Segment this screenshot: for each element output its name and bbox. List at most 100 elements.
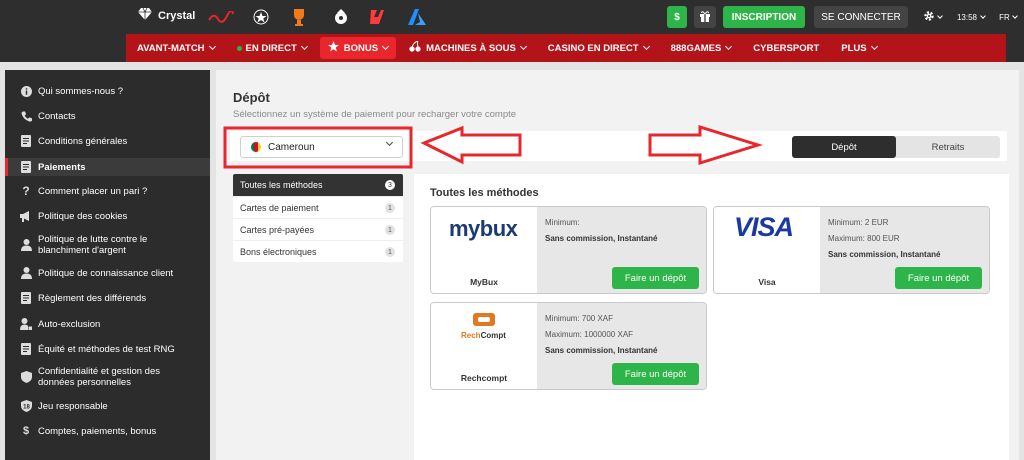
sidebar-item-disputes[interactable]: Règlement des différends (5, 291, 210, 305)
login-button[interactable]: SE CONNECTER (814, 6, 908, 28)
nav-live[interactable]: EN DIRECT (226, 34, 318, 62)
method-info: Minimum: 2 EUR Maximum: 800 EUR Sans com… (820, 207, 989, 293)
dollar-icon: $ (22, 425, 30, 437)
nav-more[interactable]: PLUS (830, 34, 887, 62)
method-label: Toutes les méthodes (240, 180, 323, 190)
deposit-button[interactable]: Faire un dépôt (895, 267, 982, 289)
europa-league-logo[interactable] (288, 6, 310, 28)
cameroon-flag-icon (251, 142, 261, 152)
document-icon (20, 343, 32, 355)
sidebar-item-responsible[interactable]: 18 Jeu responsable (5, 399, 210, 413)
max-amount: Maximum: 1000000 XAF (545, 330, 634, 339)
country-value: Cameroun (268, 141, 315, 153)
settings-button[interactable] (918, 6, 946, 28)
nav-888games[interactable]: 888GAMES (660, 34, 743, 62)
nav-label: EN DIRECT (245, 42, 297, 54)
sidebar-item-rng[interactable]: Équité et méthodes de test RNG (5, 342, 210, 356)
sidebar-item-aml[interactable]: Politique de lutte contre le blanchiment… (5, 233, 210, 257)
shield-icon: 18 (20, 400, 32, 412)
payment-card-visa[interactable]: VISA Visa Minimum: 2 EUR Maximum: 800 EU… (713, 206, 990, 294)
nav-prematch[interactable]: AVANT-MATCH (126, 34, 226, 62)
sidebar-item-cookies[interactable]: Politique des cookies (5, 209, 210, 223)
live-dot-icon (236, 45, 242, 51)
rechcompt-logo: RechCompt (461, 331, 506, 340)
method-info: Minimum: Sans commission, Instantané Fai… (537, 207, 706, 293)
user-icon (20, 267, 32, 279)
chevron-down-icon (936, 12, 943, 19)
info-icon (20, 85, 32, 97)
user-lock-icon (20, 318, 32, 330)
page-title: Dépôt (233, 90, 270, 105)
tab-withdraw[interactable]: Retraits (896, 136, 1000, 158)
megaphone-icon (20, 210, 32, 222)
method-name: Rechcompt (460, 373, 508, 383)
sidebar-item-privacy[interactable]: Confidentialité et gestion des données p… (5, 365, 210, 389)
method-filter-vouchers[interactable]: Bons électroniques 1 (233, 240, 403, 262)
sidebar-item-contacts[interactable]: Contacts (5, 109, 210, 123)
country-select[interactable]: Cameroun (240, 136, 403, 158)
page-subtitle: Sélectionnez un système de paiement pour… (233, 109, 517, 120)
sidebar-label: Comment placer un pari ? (38, 185, 148, 197)
crystal-link[interactable]: Crystal (138, 7, 195, 23)
gift-icon (699, 10, 711, 25)
method-label: Cartes de paiement (240, 202, 319, 213)
sidebar-item-about[interactable]: Qui sommes-nous ? (5, 84, 210, 98)
language-label: FR (999, 12, 1010, 22)
sidebar: Qui sommes-nous ? Contacts Conditions gé… (5, 70, 210, 460)
payment-card-rechcompt[interactable]: RechCompt Rechcompt Minimum: 700 XAF Max… (430, 302, 707, 390)
tab-deposit[interactable]: Dépôt (792, 136, 896, 158)
count-badge: 3 (385, 180, 395, 190)
language-selector[interactable]: FR (996, 6, 1020, 28)
nav-live-casino[interactable]: CASINO EN DIRECT (537, 34, 660, 62)
sidebar-item-payments[interactable]: Paiements (5, 158, 210, 176)
nav-label: PLUS (841, 42, 867, 54)
sidebar-item-terms[interactable]: Conditions générales (5, 134, 210, 148)
user-icon (20, 239, 32, 251)
count-badge: 1 (385, 225, 395, 235)
star-icon (327, 41, 339, 55)
mybux-logo: mybux (449, 216, 518, 241)
method-info: Minimum: 700 XAF Maximum: 1000000 XAF Sa… (537, 303, 706, 389)
method-filter-list: Toutes les méthodes 3 Cartes de paiement 1… (233, 174, 403, 262)
sidebar-label: Contacts (38, 110, 76, 122)
sidebar-label: Politique des cookies (38, 210, 128, 222)
method-filter-all[interactable]: Toutes les méthodes 3 (233, 174, 403, 196)
fee-info: Sans commission, Instantané (828, 250, 941, 259)
laliga-logo[interactable] (366, 6, 388, 28)
sidebar-label: Confidentialité et gestion des données p… (38, 366, 160, 388)
deposit-button[interactable]: Faire un dépôt (612, 267, 699, 289)
champions-league-logo[interactable] (250, 6, 272, 28)
sidebar-label: Politique de lutte contre le blanchiment… (38, 234, 148, 256)
azure-logo[interactable] (406, 6, 428, 28)
sidebar-item-self-exclusion[interactable]: Auto-exclusion (5, 317, 210, 331)
sidebar-item-kyc[interactable]: Politique de connaissance client (5, 266, 210, 280)
sidebar-label: Paiements (38, 161, 86, 173)
payment-card-mybux[interactable]: mybux MyBux Minimum: Sans commission, In… (430, 206, 707, 294)
main-content: Dépôt Sélectionnez un système de paiemen… (216, 70, 1019, 460)
max-amount: Maximum: 800 EUR (828, 234, 900, 243)
chevron-down-icon (382, 42, 390, 51)
inscription-button[interactable]: INSCRIPTION (723, 6, 805, 28)
nav-bonus[interactable]: BONUS (319, 37, 397, 59)
shield-icon (20, 371, 32, 383)
dollar-button[interactable]: $ (667, 6, 687, 28)
sidebar-item-how-to-bet[interactable]: ? Comment placer un pari ? (5, 184, 210, 198)
nav-slots[interactable]: MACHINES À SOUS (398, 34, 537, 62)
premier-league-logo[interactable] (330, 6, 352, 28)
fee-info: Sans commission, Instantané (545, 346, 658, 355)
gift-button[interactable] (694, 6, 716, 28)
sidebar-label: Comptes, paiements, bonus (38, 425, 157, 437)
sidebar-label: Qui sommes-nous ? (38, 85, 124, 97)
sidebar-item-accounts[interactable]: $ Comptes, paiements, bonus (5, 424, 210, 438)
sidebar-label: Jeu responsable (38, 400, 108, 412)
nav-cybersport[interactable]: CYBERSPORT (742, 34, 830, 62)
sidebar-label: Politique de connaissance client (38, 267, 174, 279)
method-filter-cards[interactable]: Cartes de paiement 1 (233, 196, 403, 218)
clock-selector[interactable]: 13:58 (950, 6, 992, 28)
document-icon (20, 135, 32, 147)
deposit-button[interactable]: Faire un dépôt (612, 363, 699, 385)
partner-logo-1[interactable] (206, 6, 236, 28)
document-icon (20, 292, 32, 304)
method-filter-prepaid[interactable]: Cartes pré-payées 1 (233, 218, 403, 240)
chevron-down-icon (385, 138, 394, 147)
